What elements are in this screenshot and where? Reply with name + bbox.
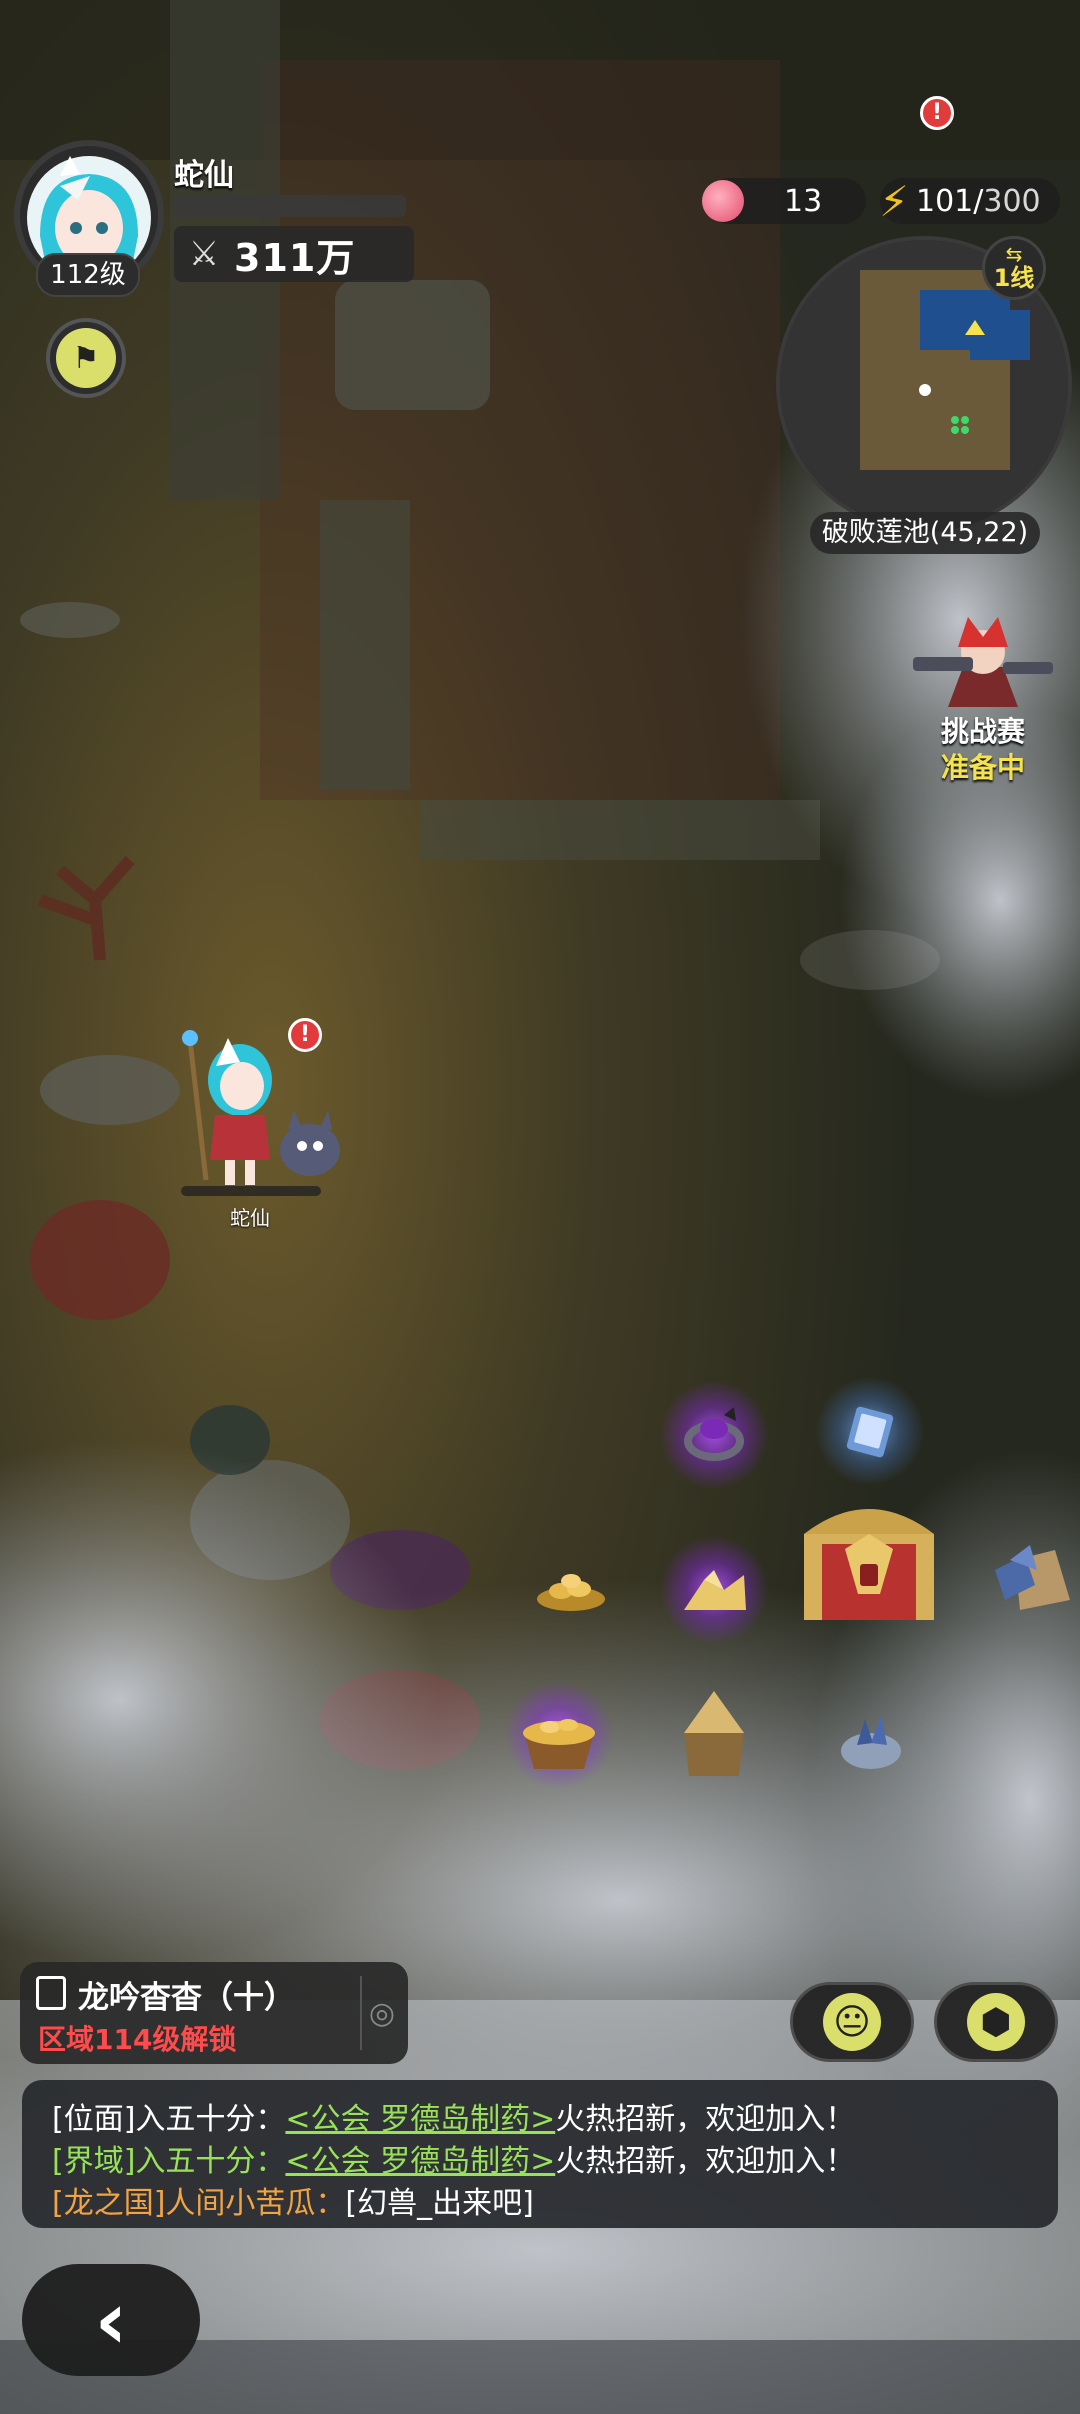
chat-sender: [界域]入五十分： <box>52 2144 286 2179</box>
character-name: 蛇仙 <box>230 1206 270 1230</box>
chat-sender: [位面]入五十分： <box>52 2102 286 2137</box>
loot-blue-scroll[interactable] <box>815 1376 925 1486</box>
chat-sender: [龙之国]人间小苦瓜： <box>52 2186 346 2221</box>
switch-icon: ⇆ <box>1005 242 1023 266</box>
peach-resource[interactable]: 13 <box>702 178 866 224</box>
player-character-sprite <box>182 1030 340 1185</box>
location-label: 破败莲池(45,22) <box>810 512 1040 554</box>
challenge-status: 准备中 <box>940 751 1025 784</box>
loot-gold-coins[interactable] <box>516 1535 626 1645</box>
loot-gold-basket[interactable] <box>504 1680 614 1790</box>
emote-button[interactable]: 😐 <box>790 1982 914 2062</box>
resource-sack-icon <box>684 1691 744 1776</box>
skill-card-icon <box>846 1406 894 1458</box>
server-line-button[interactable]: ⇆ 1线 <box>982 236 1046 300</box>
player-character[interactable] <box>170 1020 370 1200</box>
peach-count: 13 <box>784 183 823 219</box>
gold-ingot-pile-icon <box>684 1570 746 1610</box>
loot-purple-ring[interactable] <box>659 1380 769 1490</box>
chat-guild-link[interactable]: <公会 罗德岛制药> <box>285 2102 555 2137</box>
cube-button[interactable]: ⬢ <box>934 1982 1058 2062</box>
loot-sand-sack[interactable] <box>659 1676 769 1786</box>
chat-line: [位面]入五十分：<公会 罗德岛制药>火热招新，欢迎加入！ <box>52 2094 855 2138</box>
loot-ore-sack[interactable] <box>816 1680 926 1790</box>
back-button[interactable]: ‹ <box>22 2264 200 2376</box>
energy-resource[interactable]: ⚡ 101/300 <box>879 177 1060 226</box>
player-title-bar <box>174 195 406 217</box>
challenge-event-button[interactable]: 挑战赛 准备中 <box>908 612 1058 784</box>
energy-max: 300 <box>983 183 1041 219</box>
gold-basket-icon <box>523 1719 595 1769</box>
crystal-sack-icon <box>995 1545 1070 1610</box>
player-name: 蛇仙 <box>174 158 234 193</box>
character-alert-icon[interactable]: ! <box>288 1018 322 1052</box>
gold-coins-icon <box>537 1574 605 1611</box>
clipboard-icon <box>36 1976 66 2010</box>
quest-requirement: 区域114级解锁 <box>38 2023 237 2056</box>
chat-guild-link[interactable]: <公会 罗德岛制药> <box>285 2144 555 2179</box>
treasure-chest[interactable] <box>800 1494 938 1624</box>
combat-power-box: ⚔ 311万 <box>174 226 414 282</box>
energy-current: 101/ <box>916 183 984 219</box>
player-level-badge: 112级 <box>36 253 140 297</box>
emote-face-icon: 😐 <box>823 1993 881 2051</box>
challenge-title: 挑战赛 <box>940 715 1025 748</box>
chat-message: 火热招新，欢迎加入！ <box>555 2144 856 2179</box>
quest-title: 龙吟杳杳（十） <box>78 1980 295 2016</box>
server-line-label: 1线 <box>993 264 1035 292</box>
target-icon[interactable]: ◎ <box>360 1976 402 2050</box>
cube-icon: ⬢ <box>967 1993 1025 2051</box>
chat-message: [幻兽_出来吧] <box>345 2186 534 2221</box>
ore-sack-icon <box>841 1715 901 1769</box>
loot-purple-gold[interactable] <box>659 1535 769 1645</box>
treasure-chest-icon <box>804 1509 934 1620</box>
chat-line: [龙之国]人间小苦瓜：[幻兽_出来吧] <box>52 2178 534 2222</box>
alert-icon[interactable]: ! <box>920 96 954 130</box>
back-arrow-icon: ‹ <box>94 2273 128 2367</box>
lightning-icon: ⚡ <box>879 176 909 226</box>
crossed-swords-icon: ⚔ <box>188 234 220 274</box>
ring-icon <box>684 1407 744 1461</box>
character-hp-bar <box>181 1186 321 1196</box>
chat-message: 火热招新，欢迎加入！ <box>555 2102 856 2137</box>
combat-power-value: 311万 <box>234 235 356 280</box>
challenge-character-icon <box>913 617 1053 707</box>
peach-icon <box>702 180 744 222</box>
quest-tracker[interactable]: 龙吟杳杳（十） 区域114级解锁 ◎ <box>20 1962 408 2064</box>
chat-panel[interactable]: [位面]入五十分：<公会 罗德岛制药>火热招新，欢迎加入！ [界域]入五十分：<… <box>22 2080 1058 2228</box>
chat-line: [界域]入五十分：<公会 罗德岛制药>火热招新，欢迎加入！ <box>52 2136 855 2180</box>
guild-flag-button[interactable]: ⚑ <box>46 318 126 398</box>
loot-crystal-sack[interactable] <box>970 1520 1080 1630</box>
flag-icon: ⚑ <box>56 328 116 388</box>
